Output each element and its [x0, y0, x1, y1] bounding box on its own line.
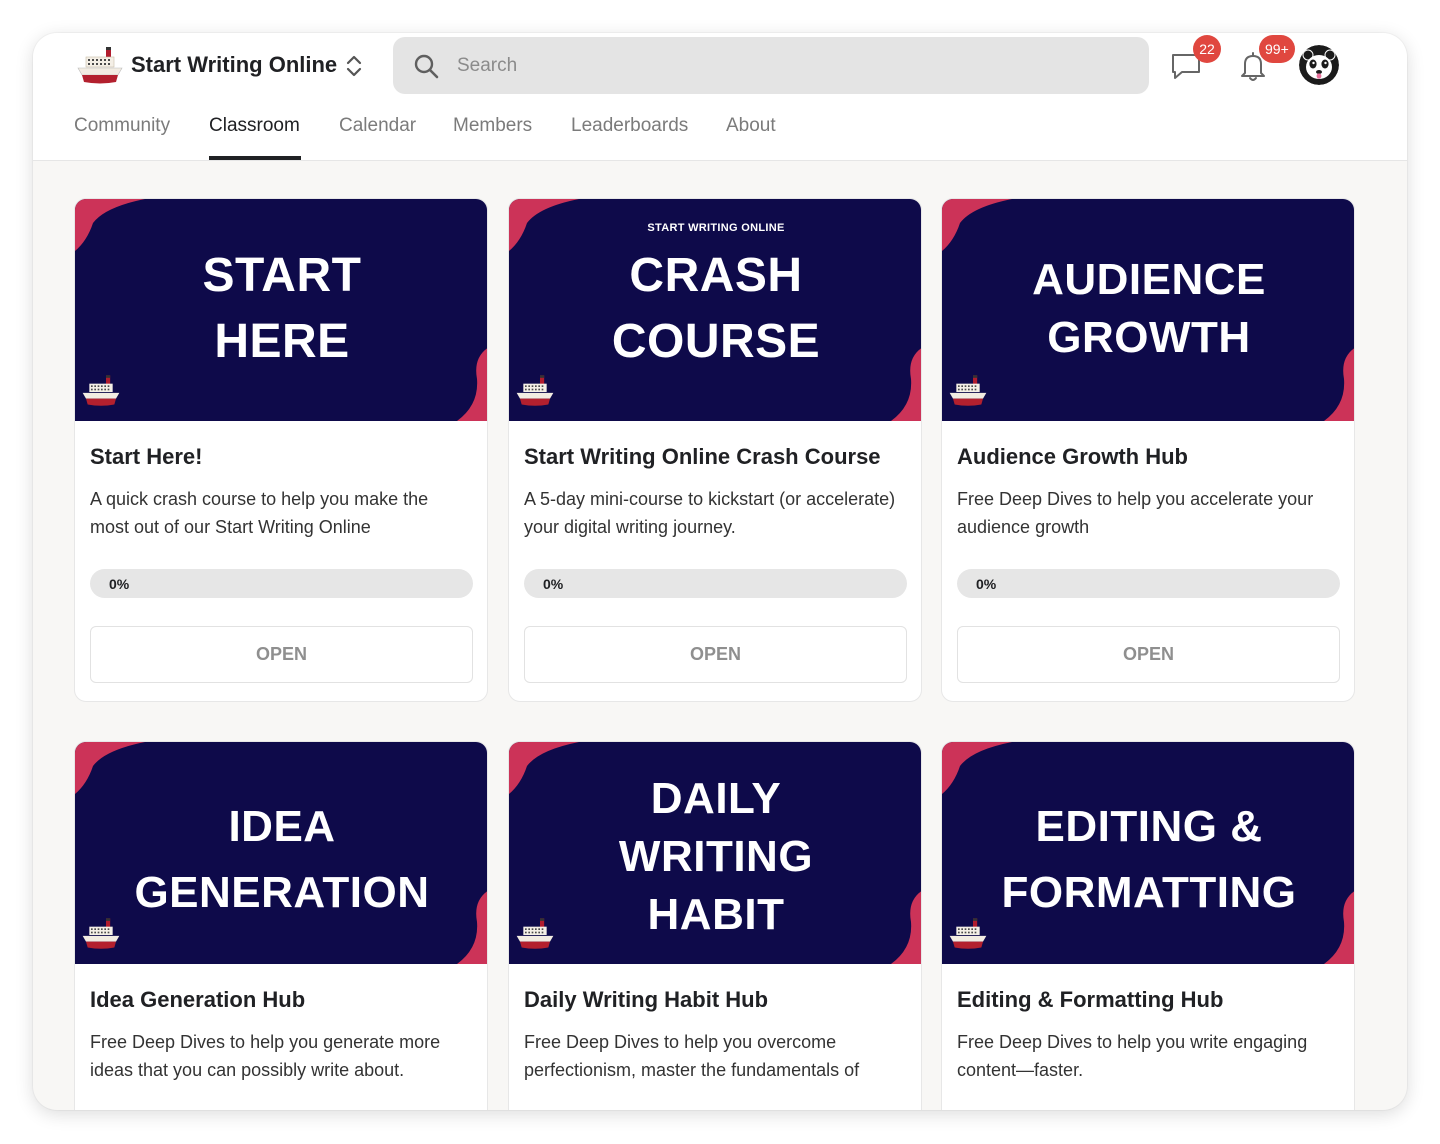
course-banner[interactable]: START HERE — [75, 199, 487, 421]
course-banner[interactable]: IDEA GENERATION — [75, 742, 487, 964]
course-title[interactable]: Start Here! — [90, 444, 202, 470]
course-title[interactable]: Daily Writing Habit Hub — [524, 987, 768, 1013]
active-tab-indicator — [209, 156, 301, 160]
banner-headline: HABIT — [647, 890, 785, 939]
progress-label: 0% — [976, 576, 997, 592]
course-description: Free Deep Dives to help you generate mor… — [90, 1032, 441, 1080]
banner-headline: HERE — [214, 315, 350, 368]
course-card[interactable]: AUDIENCE GROWTH Audience Growth Hub Free De… — [941, 198, 1355, 702]
banner-headline: DAILY — [650, 774, 782, 823]
chevron-up-down-icon[interactable] — [344, 53, 364, 79]
course-description: Free Deep Dives to help you accelerate y… — [957, 489, 1314, 537]
open-course-button[interactable]: OPEN — [957, 626, 1340, 683]
tab-members[interactable]: Members — [453, 115, 532, 137]
progress-bar: 0% — [524, 569, 907, 598]
progress-label: 0% — [543, 576, 564, 592]
course-banner[interactable]: START WRITING ONLINE CRASH COURSE — [509, 199, 921, 421]
tab-leaderboards[interactable]: Leaderboards — [571, 115, 688, 137]
banner-headline: EDITING & — [1035, 802, 1263, 851]
banner-headline: FORMATTING — [1001, 868, 1297, 917]
course-banner[interactable]: DAILY WRITING HABIT — [509, 742, 921, 964]
banner-headline: IDEA — [228, 802, 336, 851]
user-avatar[interactable] — [1299, 45, 1339, 85]
app-window: Start Writing Online 22 99+ — [33, 33, 1407, 1110]
course-banner[interactable]: AUDIENCE GROWTH — [942, 199, 1354, 421]
tab-about[interactable]: About — [726, 115, 776, 137]
course-card[interactable]: START WRITING ONLINE CRASH COURSE Start Wri… — [508, 198, 922, 702]
course-banner[interactable]: EDITING & FORMATTING — [942, 742, 1354, 964]
ship-icon — [81, 372, 121, 412]
course-title[interactable]: Audience Growth Hub — [957, 444, 1188, 470]
course-description: Free Deep Dives to help you write engagi… — [957, 1032, 1308, 1080]
banner-headline: CRASH — [629, 249, 803, 302]
progress-bar: 0% — [90, 569, 473, 598]
ship-icon — [948, 915, 988, 955]
ship-icon — [515, 915, 555, 955]
course-card[interactable]: START HERE Start Here! A quick crash course… — [74, 198, 488, 702]
course-title[interactable]: Start Writing Online Crash Course — [524, 444, 881, 470]
community-name[interactable]: Start Writing Online — [131, 53, 337, 77]
open-course-button[interactable]: OPEN — [90, 626, 473, 683]
search-icon — [414, 54, 439, 79]
ship-icon — [81, 915, 121, 955]
main-nav: Community Classroom Calendar Members Lea… — [33, 103, 933, 161]
progress-label: 0% — [109, 576, 130, 592]
banner-headline: COURSE — [611, 315, 821, 368]
banner-headline: GENERATION — [134, 868, 430, 917]
header: Start Writing Online 22 99+ — [33, 33, 1407, 161]
chat-count-badge: 22 — [1193, 35, 1221, 63]
banner-kicker: START WRITING ONLINE — [647, 222, 785, 234]
tab-community[interactable]: Community — [74, 115, 170, 137]
course-description: A quick crash course to help you make th… — [90, 489, 429, 537]
tab-classroom[interactable]: Classroom — [209, 115, 300, 137]
banner-headline: AUDIENCE — [1032, 255, 1266, 304]
banner-headline: GROWTH — [1047, 313, 1251, 362]
search-bar — [393, 37, 1149, 94]
banner-headline: WRITING — [618, 832, 814, 881]
course-description: Free Deep Dives to help you overcome per… — [524, 1032, 860, 1080]
open-course-button[interactable]: OPEN — [524, 626, 907, 683]
progress-bar: 0% — [957, 569, 1340, 598]
search-input[interactable] — [457, 37, 1117, 94]
course-card[interactable]: EDITING & FORMATTING Editing & Formatting … — [941, 741, 1355, 1110]
ship-icon — [515, 372, 555, 412]
course-title[interactable]: Idea Generation Hub — [90, 987, 305, 1013]
ship-logo-icon[interactable] — [76, 43, 124, 91]
course-title[interactable]: Editing & Formatting Hub — [957, 987, 1223, 1013]
course-card[interactable]: DAILY WRITING HABIT Daily Writing Habit Hub… — [508, 741, 922, 1110]
tab-calendar[interactable]: Calendar — [339, 115, 416, 137]
course-card[interactable]: IDEA GENERATION Idea Generation Hub Free De… — [74, 741, 488, 1110]
course-description: A 5-day mini-course to kickstart (or acc… — [524, 489, 896, 537]
banner-headline: START — [202, 249, 362, 302]
ship-icon — [948, 372, 988, 412]
notification-count-badge: 99+ — [1259, 35, 1295, 63]
